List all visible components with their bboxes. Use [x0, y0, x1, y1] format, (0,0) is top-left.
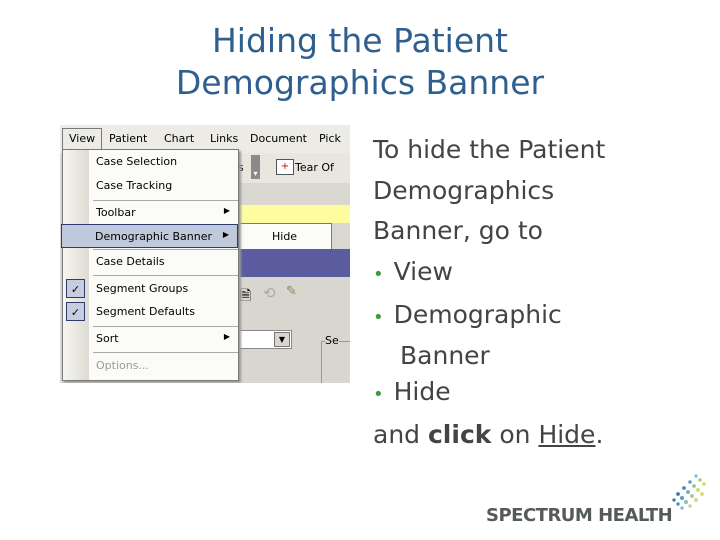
- groupbox-label: Se: [325, 334, 339, 347]
- menu-document[interactable]: Document: [250, 132, 307, 145]
- menu-item-case-selection[interactable]: Case Selection: [63, 150, 238, 174]
- checkmark-icon: ✓: [66, 302, 85, 321]
- menu-item-label: Case Tracking: [96, 179, 173, 192]
- menu-item-label: Segment Defaults: [96, 305, 195, 318]
- step-label: Hide: [393, 376, 451, 406]
- menu-item-segment-defaults[interactable]: ✓ Segment Defaults: [63, 300, 238, 324]
- outro-text: and click on Hide.: [373, 415, 693, 456]
- menu-item-label: Sort: [96, 332, 119, 345]
- menu-pick[interactable]: Pick: [319, 132, 341, 145]
- menu-item-label: Case Details: [96, 255, 165, 268]
- outro-hide: Hide: [538, 420, 596, 449]
- outro-pre: and: [373, 420, 428, 449]
- view-menu: Case Selection Case Tracking Toolbar ▶ De…: [61, 149, 239, 381]
- menu-item-case-tracking[interactable]: Case Tracking: [63, 174, 238, 198]
- step-label: Demographic: [393, 300, 562, 329]
- menu-item-sort[interactable]: Sort ▶: [63, 327, 238, 351]
- step-label-cont: Banner: [400, 340, 490, 370]
- menu-links[interactable]: Links: [210, 132, 238, 145]
- submenu-arrow-icon: ▶: [223, 332, 230, 341]
- step-demographic-banner: • Demographic Banner: [373, 295, 693, 372]
- bullet-icon: •: [373, 307, 384, 328]
- menu-item-label: Demographic Banner: [95, 230, 213, 243]
- demographic-banner-submenu: Hide: [238, 223, 332, 250]
- menu-item-label: Segment Groups: [96, 282, 189, 295]
- checkmark-icon: ✓: [66, 279, 85, 298]
- toolbar-row: s ▾ + Tear Of: [238, 153, 350, 183]
- step-hide: • Hide: [373, 372, 693, 416]
- toolbar-dropdown-icon[interactable]: ▾: [251, 155, 260, 179]
- step-view: • View: [373, 252, 693, 296]
- menu-item-label: Options...: [96, 359, 149, 372]
- slide-title: Hiding the Patient Demographics Banner: [0, 20, 720, 104]
- tear-off-button[interactable]: Tear Of: [295, 161, 334, 174]
- spectrum-health-logo: SPECTRUM HEALTH: [486, 505, 673, 526]
- instructions: To hide the Patient Demographics Banner,…: [373, 130, 693, 456]
- submenu-arrow-icon: ▶: [222, 230, 229, 239]
- menu-item-label: Case Selection: [96, 155, 178, 168]
- chevron-down-icon[interactable]: ▼: [274, 332, 290, 347]
- app-screenshot: View Patient Chart Links Document Pick s…: [60, 125, 350, 383]
- groupbox: Se: [321, 334, 350, 383]
- outro-mid: on: [491, 420, 539, 449]
- title-bar: [238, 249, 350, 277]
- menu-patient[interactable]: Patient: [109, 132, 147, 145]
- title-line-2: Demographics Banner: [175, 63, 545, 102]
- title-line-1: Hiding the Patient: [211, 21, 508, 60]
- refresh-icon[interactable]: ⟲: [263, 284, 276, 302]
- menu-separator: [93, 275, 238, 276]
- submenu-arrow-icon: ▶: [223, 206, 230, 215]
- submenu-hide[interactable]: Hide: [272, 230, 297, 243]
- intro-text: To hide the Patient Demographics Banner,…: [373, 135, 606, 245]
- step-label: View: [393, 256, 453, 286]
- menu-separator: [93, 352, 238, 353]
- bullet-icon: •: [373, 383, 384, 405]
- dropdown-field[interactable]: ▼: [238, 330, 292, 349]
- tear-off-icon: +: [276, 159, 294, 175]
- properties-icon[interactable]: 🗎: [240, 285, 251, 309]
- menu-item-demographic-banner[interactable]: Demographic Banner ▶: [61, 224, 238, 248]
- menu-item-case-details[interactable]: Case Details: [63, 250, 238, 274]
- menu-item-toolbar[interactable]: Toolbar ▶: [63, 201, 238, 225]
- glasses-pencil-icon[interactable]: ✎: [286, 284, 297, 299]
- outro-end: .: [595, 420, 604, 449]
- menu-item-options: Options...: [63, 354, 238, 378]
- menu-item-segment-groups[interactable]: ✓ Segment Groups: [63, 277, 238, 301]
- bullet-icon: •: [373, 263, 384, 285]
- outro-bold: click: [427, 420, 492, 449]
- yellow-banner: [238, 205, 350, 223]
- menu-chart[interactable]: Chart: [164, 132, 194, 145]
- content-area: 🗎 ⟲ ✎ ▼ Se: [238, 277, 350, 383]
- menu-item-label: Toolbar: [96, 206, 136, 219]
